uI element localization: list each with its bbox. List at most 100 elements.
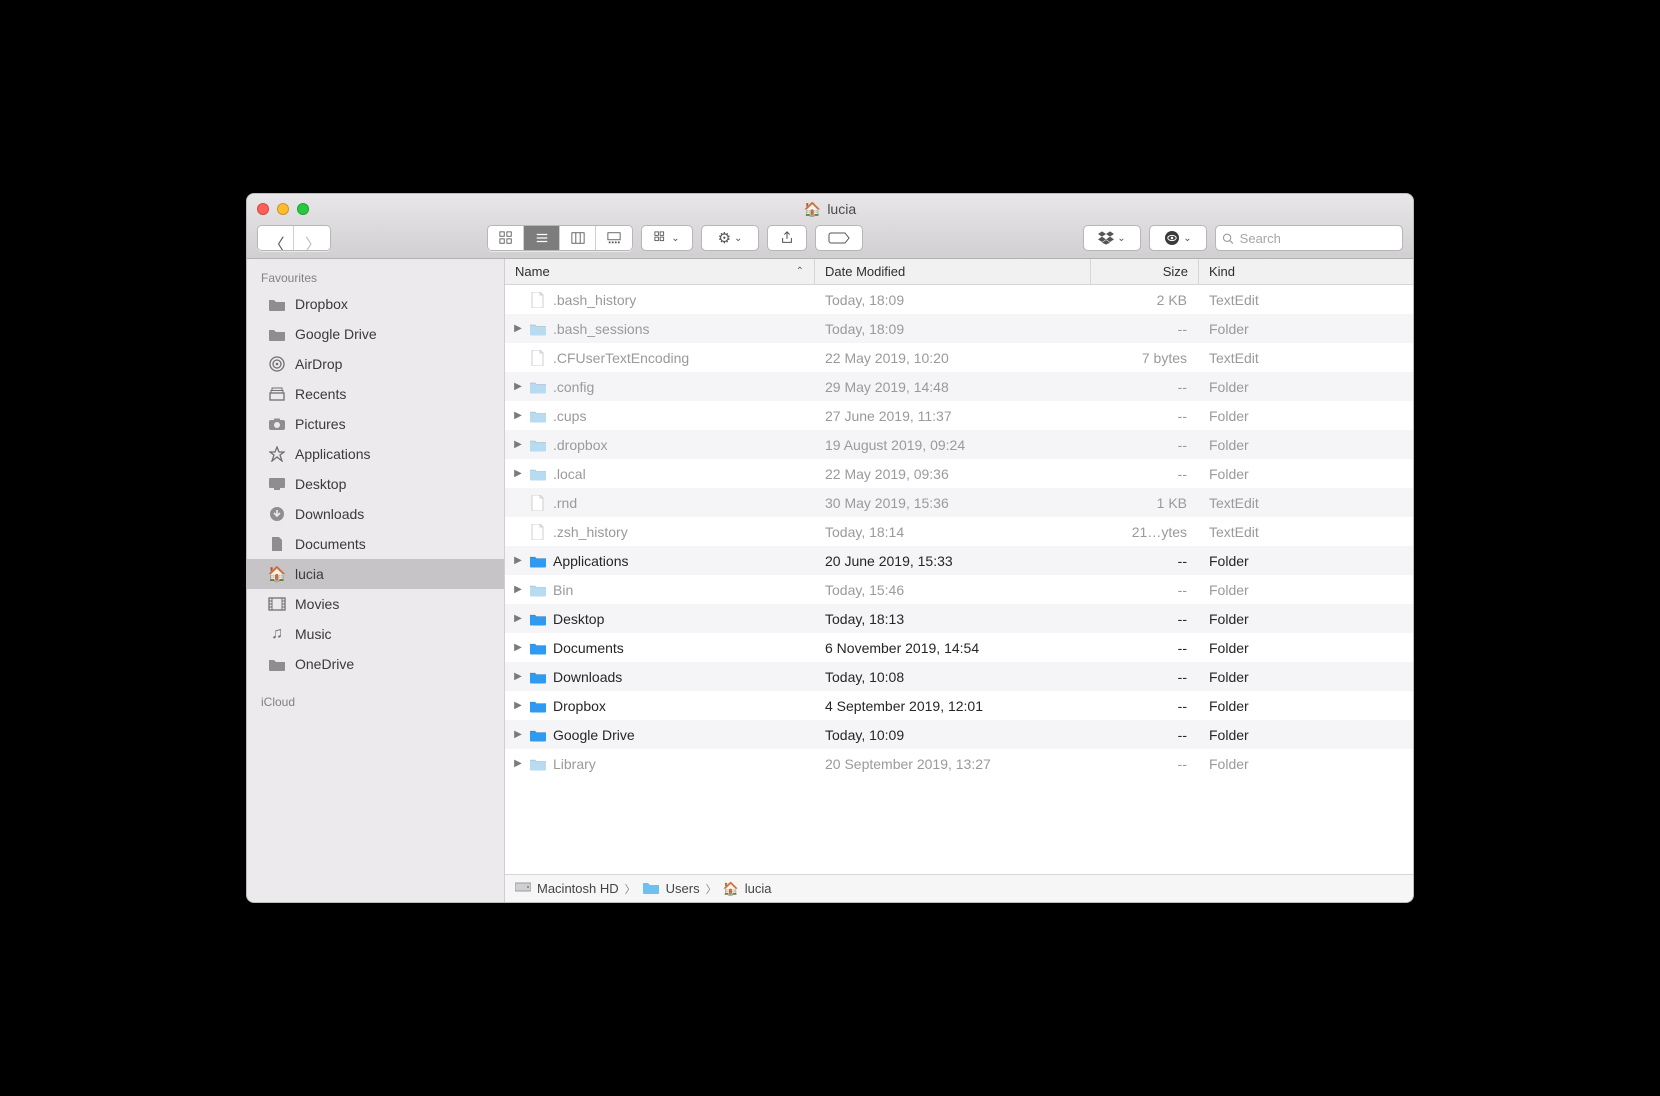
file-row[interactable]: ▶Library20 September 2019, 13:27--Folder: [505, 749, 1413, 778]
dropbox-menu-button[interactable]: ⌄: [1083, 225, 1141, 251]
file-row[interactable]: ▶Documents6 November 2019, 14:54--Folder: [505, 633, 1413, 662]
disclosure-triangle-icon[interactable]: ▶: [513, 758, 523, 769]
file-row[interactable]: .rnd30 May 2019, 15:361 KBTextEdit: [505, 488, 1413, 517]
file-row[interactable]: .bash_historyToday, 18:092 KBTextEdit: [505, 285, 1413, 314]
disclosure-triangle-icon[interactable]: ▶: [513, 410, 523, 421]
file-name: Applications: [553, 553, 629, 569]
file-row[interactable]: ▶.config29 May 2019, 14:48--Folder: [505, 372, 1413, 401]
action-button[interactable]: ⚙ ⌄: [701, 225, 759, 251]
column-date[interactable]: Date Modified: [815, 259, 1091, 284]
file-date: 27 June 2019, 11:37: [815, 408, 1091, 424]
search-input[interactable]: [1240, 231, 1396, 246]
view-column-button[interactable]: [560, 226, 596, 250]
share-button[interactable]: [767, 225, 807, 251]
path-part[interactable]: Macintosh HD: [537, 881, 619, 896]
sidebar-item-lucia[interactable]: 🏠 lucia: [247, 559, 504, 589]
sort-ascending-icon: ⌃: [796, 266, 804, 277]
sidebar-item-downloads[interactable]: Downloads: [247, 499, 504, 529]
file-size: --: [1091, 437, 1199, 453]
file-icon: [529, 349, 547, 367]
sidebar-item-documents[interactable]: Documents: [247, 529, 504, 559]
file-date: Today, 10:09: [815, 727, 1091, 743]
disk-icon: [515, 881, 531, 896]
sidebar-item-onedrive[interactable]: OneDrive: [247, 649, 504, 679]
view-icon-button[interactable]: [488, 226, 524, 250]
privacy-menu-button[interactable]: ⌄: [1149, 225, 1207, 251]
file-date: 30 May 2019, 15:36: [815, 495, 1091, 511]
sidebar-item-desktop[interactable]: Desktop: [247, 469, 504, 499]
sidebar-item-pictures[interactable]: Pictures: [247, 409, 504, 439]
search-field[interactable]: [1215, 225, 1403, 251]
column-headers: Name ⌃ Date Modified Size Kind: [505, 259, 1413, 285]
zoom-button[interactable]: [297, 203, 309, 215]
file-kind: Folder: [1199, 553, 1413, 569]
close-button[interactable]: [257, 203, 269, 215]
file-name: Google Drive: [553, 727, 635, 743]
chevron-down-icon: ⌄: [671, 233, 679, 244]
file-row[interactable]: ▶.cups27 June 2019, 11:37--Folder: [505, 401, 1413, 430]
sidebar-item-airdrop[interactable]: AirDrop: [247, 349, 504, 379]
minimize-button[interactable]: [277, 203, 289, 215]
view-gallery-button[interactable]: [596, 226, 632, 250]
file-row[interactable]: ▶.dropbox19 August 2019, 09:24--Folder: [505, 430, 1413, 459]
file-name: .bash_history: [553, 292, 636, 308]
file-size: --: [1091, 379, 1199, 395]
file-row[interactable]: .CFUserTextEncoding22 May 2019, 10:207 b…: [505, 343, 1413, 372]
tags-button[interactable]: [815, 225, 863, 251]
disclosure-triangle-icon[interactable]: ▶: [513, 468, 523, 479]
file-row[interactable]: .zsh_historyToday, 18:1421…ytesTextEdit: [505, 517, 1413, 546]
disclosure-triangle-icon[interactable]: ▶: [513, 671, 523, 682]
column-kind[interactable]: Kind: [1199, 259, 1413, 284]
file-date: 4 September 2019, 12:01: [815, 698, 1091, 714]
disclosure-triangle-icon[interactable]: ▶: [513, 700, 523, 711]
disclosure-triangle-icon[interactable]: ▶: [513, 381, 523, 392]
file-row[interactable]: ▶BinToday, 15:46--Folder: [505, 575, 1413, 604]
column-name[interactable]: Name ⌃: [505, 259, 815, 284]
back-button[interactable]: 〈: [258, 226, 294, 250]
disclosure-triangle-icon[interactable]: ▶: [513, 584, 523, 595]
home-icon: 🏠: [267, 565, 287, 583]
view-list-button[interactable]: [524, 226, 560, 250]
path-part[interactable]: Users: [666, 881, 700, 896]
arrange-button[interactable]: ⌄: [641, 225, 693, 251]
nav-buttons: 〈 〉: [257, 225, 331, 251]
file-size: --: [1091, 611, 1199, 627]
file-row[interactable]: ▶.local22 May 2019, 09:36--Folder: [505, 459, 1413, 488]
sidebar-item-label: Desktop: [295, 476, 346, 492]
file-row[interactable]: ▶.bash_sessionsToday, 18:09--Folder: [505, 314, 1413, 343]
sidebar-item-music[interactable]: ♫Music: [247, 619, 504, 649]
folder-icon: [529, 465, 547, 483]
file-name: .bash_sessions: [553, 321, 650, 337]
column-size[interactable]: Size: [1091, 259, 1199, 284]
sidebar-item-dropbox[interactable]: Dropbox: [247, 289, 504, 319]
file-list[interactable]: .bash_historyToday, 18:092 KBTextEdit ▶ .b…: [505, 285, 1413, 874]
documents-icon: [267, 536, 287, 552]
sidebar-item-recents[interactable]: Recents: [247, 379, 504, 409]
file-name: Dropbox: [553, 698, 606, 714]
disclosure-triangle-icon[interactable]: ▶: [513, 439, 523, 450]
file-name: .cups: [553, 408, 586, 424]
file-size: 21…ytes: [1091, 524, 1199, 540]
disclosure-triangle-icon[interactable]: ▶: [513, 613, 523, 624]
sidebar-item-google-drive[interactable]: Google Drive: [247, 319, 504, 349]
forward-button[interactable]: 〉: [294, 226, 330, 250]
sidebar-item-movies[interactable]: Movies: [247, 589, 504, 619]
disclosure-triangle-icon[interactable]: ▶: [513, 323, 523, 334]
disclosure-triangle-icon[interactable]: ▶: [513, 555, 523, 566]
file-row[interactable]: ▶DownloadsToday, 10:08--Folder: [505, 662, 1413, 691]
disclosure-triangle-icon[interactable]: ▶: [513, 729, 523, 740]
file-size: 7 bytes: [1091, 350, 1199, 366]
sidebar-item-applications[interactable]: Applications: [247, 439, 504, 469]
folder-icon: [529, 610, 547, 628]
sidebar-item-label: OneDrive: [295, 656, 354, 672]
file-row[interactable]: ▶Google DriveToday, 10:09--Folder: [505, 720, 1413, 749]
file-row[interactable]: ▶Applications20 June 2019, 15:33--Folder: [505, 546, 1413, 575]
file-row[interactable]: ▶DesktopToday, 18:13--Folder: [505, 604, 1413, 633]
path-part[interactable]: lucia: [745, 881, 772, 896]
content-area: Name ⌃ Date Modified Size Kind .bash_his…: [505, 259, 1413, 902]
sidebar-item-label: lucia: [295, 566, 324, 582]
disclosure-triangle-icon[interactable]: ▶: [513, 642, 523, 653]
file-row[interactable]: ▶Dropbox4 September 2019, 12:01--Folder: [505, 691, 1413, 720]
chevron-down-icon: ⌄: [1183, 233, 1191, 244]
folder-icon: [267, 657, 287, 671]
